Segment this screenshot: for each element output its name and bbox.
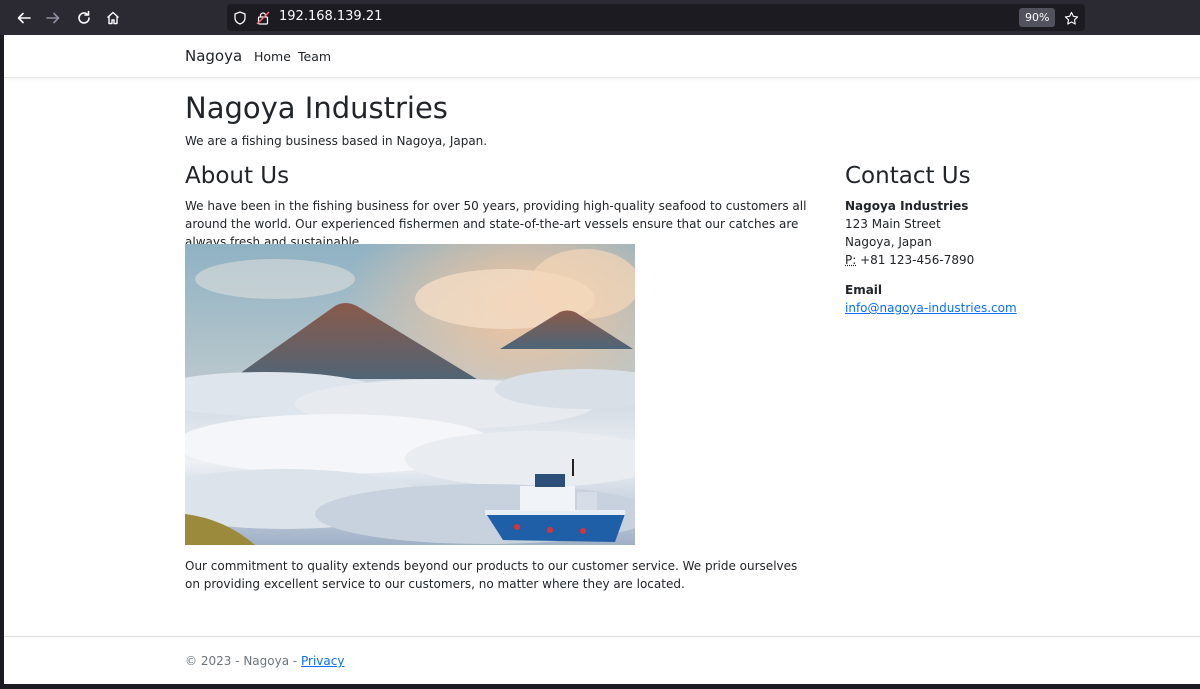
page-title: Nagoya Industries bbox=[185, 91, 448, 125]
nav-link-team[interactable]: Team bbox=[298, 49, 331, 64]
contact-address: Nagoya Industries 123 Main Street Nagoya… bbox=[845, 197, 1145, 317]
reload-button[interactable] bbox=[72, 6, 96, 30]
hero-image bbox=[185, 244, 635, 545]
contact-city: Nagoya, Japan bbox=[845, 235, 932, 249]
insecure-lock-icon[interactable] bbox=[254, 9, 272, 27]
site-navbar: Nagoya Home Team bbox=[4, 35, 1200, 78]
footer-text: © 2023 - Nagoya - Privacy bbox=[185, 654, 344, 668]
site-footer: © 2023 - Nagoya - Privacy bbox=[4, 636, 1200, 684]
about-paragraph-2: Our commitment to quality extends beyond… bbox=[185, 559, 798, 591]
arrow-right-icon bbox=[46, 12, 60, 24]
back-button[interactable] bbox=[12, 6, 36, 30]
contact-email-link[interactable]: info@nagoya-industries.com bbox=[845, 301, 1017, 315]
shield-icon[interactable] bbox=[231, 9, 249, 27]
browser-toolbar: 192.168.139.21 90% bbox=[0, 0, 1200, 35]
page-lead-text: We are a fishing business based in Nagoy… bbox=[185, 134, 488, 148]
email-label: Email bbox=[845, 283, 883, 297]
home-button[interactable] bbox=[101, 6, 125, 30]
zoom-level-badge[interactable]: 90% bbox=[1019, 8, 1056, 27]
forward-button[interactable] bbox=[41, 6, 65, 30]
privacy-link[interactable]: Privacy bbox=[301, 654, 344, 668]
navbar-brand[interactable]: Nagoya bbox=[185, 47, 242, 65]
page-viewport: Nagoya Home Team Nagoya Industries We ar… bbox=[4, 35, 1200, 684]
bookmark-star-icon[interactable] bbox=[1062, 9, 1080, 27]
arrow-left-icon bbox=[17, 12, 31, 24]
about-heading: About Us bbox=[185, 163, 290, 189]
contact-company: Nagoya Industries bbox=[845, 199, 969, 213]
nav-link-home[interactable]: Home bbox=[254, 49, 291, 64]
reload-icon bbox=[78, 10, 90, 24]
address-bar[interactable]: 192.168.139.21 90% bbox=[227, 4, 1085, 31]
contact-phone-row: P: +81 123-456-7890 bbox=[845, 251, 1145, 269]
home-icon bbox=[107, 11, 119, 25]
url-text[interactable]: 192.168.139.21 bbox=[279, 9, 382, 24]
contact-street: 123 Main Street bbox=[845, 217, 941, 231]
phone-label: P: bbox=[845, 253, 857, 267]
contact-phone: +81 123-456-7890 bbox=[860, 253, 975, 267]
contact-heading: Contact Us bbox=[845, 163, 971, 189]
about-paragraph-1: We have been in the fishing business for… bbox=[185, 199, 807, 249]
footer-copyright: © 2023 - Nagoya - bbox=[185, 654, 302, 668]
